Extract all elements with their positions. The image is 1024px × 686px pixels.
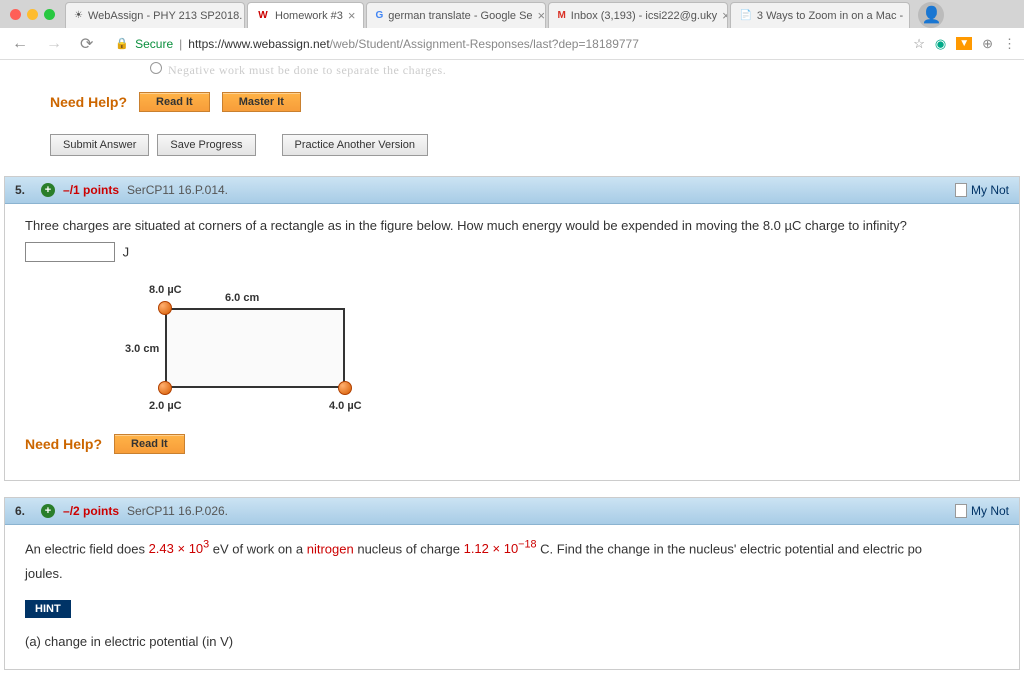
reference-label: SerCP11 16.P.026.: [127, 504, 228, 518]
tab-close-icon[interactable]: ×: [538, 8, 546, 23]
question-6-body: An electric field does 2.43 × 103 eV of …: [5, 525, 1019, 670]
my-notes-link[interactable]: My Not: [955, 183, 1009, 197]
charge-label: 2.0 µC: [149, 400, 182, 412]
my-notes-link[interactable]: My Not: [955, 504, 1009, 518]
points-label: –/2 points: [63, 504, 119, 518]
browser-address-bar: ← → ⟳ 🔒 Secure | https://www.webassign.n…: [0, 28, 1024, 60]
charge-label: 4.0 µC: [329, 400, 362, 412]
question-5-header: 5. + –/1 points SerCP11 16.P.014. My Not: [5, 177, 1019, 204]
charge-4uc: [338, 381, 352, 395]
help-row: Need Help? Read It Master It: [0, 84, 1024, 126]
question-5-text: Three charges are situated at corners of…: [25, 216, 999, 236]
toolbar-icons: ☆ ◉ ▼ ⊕ ⋮: [913, 36, 1016, 52]
tab-close-icon[interactable]: ×: [722, 8, 728, 23]
maximize-window-icon[interactable]: [44, 9, 55, 20]
browser-tab-strip: ☀ WebAssign - PHY 213 SP2018. × W Homewo…: [0, 0, 1024, 28]
save-progress-button[interactable]: Save Progress: [157, 134, 255, 156]
unit-label: J: [123, 244, 130, 259]
tab-close-icon[interactable]: ×: [348, 8, 356, 23]
browser-tab-wikihow[interactable]: 📄 3 Ways to Zoom in on a Mac - ×: [730, 2, 910, 28]
expand-icon[interactable]: +: [41, 183, 55, 197]
profile-avatar-icon[interactable]: 👤: [918, 2, 944, 28]
tab-label: Homework #3: [275, 10, 343, 22]
action-row: Submit Answer Save Progress Practice Ano…: [0, 126, 1024, 172]
webassign-favicon-icon: W: [256, 9, 270, 23]
browser-tab-google[interactable]: G german translate - Google Se ×: [366, 2, 546, 28]
extension-icon[interactable]: ▼: [956, 37, 972, 50]
answer-input[interactable]: [25, 242, 115, 262]
truncated-prev-text: Negative work must be done to separate t…: [0, 60, 1024, 84]
question-6-header: 6. + –/2 points SerCP11 16.P.026. My Not: [5, 498, 1019, 525]
question-6-card: 6. + –/2 points SerCP11 16.P.026. My Not…: [4, 497, 1020, 671]
submit-answer-button[interactable]: Submit Answer: [50, 134, 149, 156]
url-host: https://www.webassign.net: [188, 37, 329, 51]
google-favicon-icon: G: [375, 9, 383, 23]
gmail-favicon-icon: M: [557, 9, 565, 23]
secure-label: Secure: [135, 37, 173, 51]
question-6-text: An electric field does 2.43 × 103 eV of …: [25, 537, 999, 559]
window-controls: [6, 9, 63, 28]
back-button[interactable]: ←: [8, 33, 32, 55]
menu-icon[interactable]: ⋮: [1003, 36, 1016, 52]
width-label: 6.0 cm: [225, 292, 259, 304]
tab-label: WebAssign - PHY 213 SP2018.: [88, 10, 242, 22]
reload-button[interactable]: ⟳: [76, 32, 97, 56]
star-icon[interactable]: ☆: [913, 36, 925, 52]
question-5-body: Three charges are situated at corners of…: [5, 204, 1019, 480]
charge-label: 8.0 µC: [149, 284, 182, 296]
url-path: /web/Student/Assignment-Responses/last?d…: [330, 37, 639, 51]
part-a-label: (a) change in electric potential (in V): [25, 632, 999, 652]
tab-close-icon[interactable]: ×: [908, 8, 910, 23]
reference-label: SerCP11 16.P.014.: [127, 183, 228, 197]
hint-button[interactable]: HINT: [25, 600, 71, 618]
question-number: 5.: [15, 183, 25, 197]
forward-button: →: [42, 33, 66, 55]
tab-label: 3 Ways to Zoom in on a Mac -: [757, 10, 903, 22]
url-field[interactable]: 🔒 Secure | https://www.webassign.net/web…: [107, 33, 903, 55]
rectangle-figure: 8.0 µC 6.0 cm 3.0 cm 2.0 µC 4.0 µC: [125, 278, 385, 418]
read-it-button[interactable]: Read It: [139, 92, 210, 112]
need-help-label: Need Help?: [25, 436, 102, 452]
practice-another-button[interactable]: Practice Another Version: [282, 134, 428, 156]
question-5-card: 5. + –/1 points SerCP11 16.P.014. My Not…: [4, 176, 1020, 481]
extension-icon[interactable]: ◉: [935, 36, 946, 52]
lock-icon: 🔒: [115, 37, 129, 50]
question-number: 6.: [15, 504, 25, 518]
note-icon: [955, 183, 967, 197]
browser-tab-gmail[interactable]: M Inbox (3,193) - icsi222@g.uky ×: [548, 2, 728, 28]
joules-label: joules.: [25, 564, 999, 584]
height-label: 3.0 cm: [125, 343, 159, 355]
wikihow-favicon-icon: 📄: [739, 9, 751, 23]
note-icon: [955, 504, 967, 518]
tab-label: Inbox (3,193) - icsi222@g.uky: [571, 10, 717, 22]
master-it-button[interactable]: Master It: [222, 92, 301, 112]
extension-icon[interactable]: ⊕: [982, 36, 993, 52]
charge-8uc: [158, 301, 172, 315]
need-help-label: Need Help?: [50, 94, 127, 110]
webassign-favicon-icon: ☀: [74, 9, 83, 23]
points-label: –/1 points: [63, 183, 119, 197]
close-window-icon[interactable]: [10, 9, 21, 20]
charge-2uc: [158, 381, 172, 395]
tab-label: german translate - Google Se: [388, 10, 532, 22]
expand-icon[interactable]: +: [41, 504, 55, 518]
minimize-window-icon[interactable]: [27, 9, 38, 20]
read-it-button[interactable]: Read It: [114, 434, 185, 454]
browser-tab-webassign[interactable]: ☀ WebAssign - PHY 213 SP2018. ×: [65, 2, 245, 28]
browser-tab-homework[interactable]: W Homework #3 ×: [247, 2, 364, 28]
